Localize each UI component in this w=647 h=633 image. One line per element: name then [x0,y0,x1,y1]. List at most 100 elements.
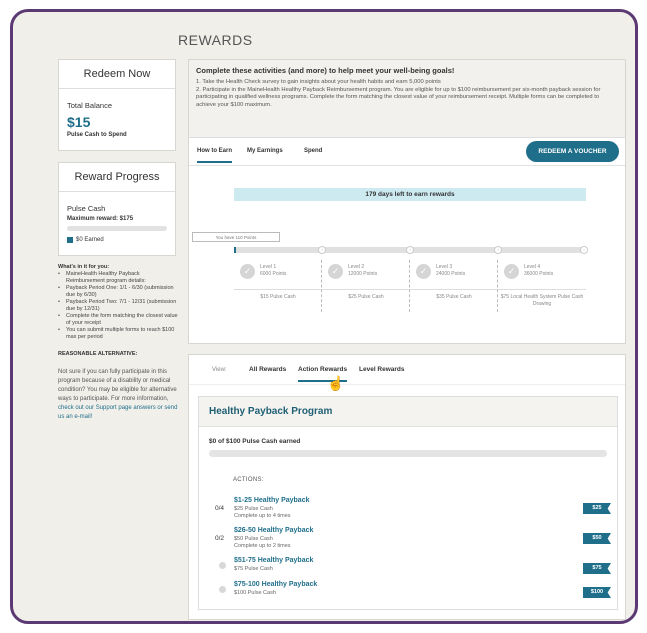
tab-my-earnings[interactable]: My Earnings [247,148,283,154]
level-reward: $35 Pulse Cash [410,289,498,301]
action-note: Complete up to 4 times [234,513,291,519]
check-icon: ✓ [416,264,431,279]
program-title: Healthy Payback Program [199,397,617,427]
earned-legend: $0 Earned [67,237,175,243]
level-reward: $15 Pulse Cash [234,289,322,301]
intro-line-1: 1. Take the Health Check survey to gain … [196,79,441,85]
action-note: Complete up to 2 times [234,543,291,549]
side-list-item: MaineHealth Healthy Payback Reimbursemen… [58,271,178,285]
check-icon: ✓ [328,264,343,279]
action-count: 0/4 [215,505,225,512]
view-filter: View: All Rewards Action Rewards Level R… [189,355,625,391]
action-title[interactable]: $51-75 Healthy Payback [234,557,313,564]
level-card-1: ✓ Level 1 6000 Points $15 Pulse Cash [234,260,322,312]
earn-panel: Complete these activities (and more) to … [188,59,626,344]
level-name: Level 1 6000 Points [260,264,286,278]
program-progress-bar [209,450,607,457]
view-label: View: [212,367,227,373]
incomplete-dot-icon [219,562,226,569]
side-heading: What's in it for you: [58,264,110,270]
reward-progress-card: Reward Progress Pulse Cash Maximum rewar… [58,162,176,256]
level-node: › [318,246,326,254]
level-reward: $75 Local Health System Pulse Cash Drawi… [498,289,586,308]
level-points: 6000 Points [260,271,287,277]
page-title: REWARDS [178,32,253,48]
action-cash: $25 Pulse Cash [234,506,273,512]
action-cash: $50 Pulse Cash [234,536,273,542]
side-list: MaineHealth Healthy Payback Reimbursemen… [58,271,178,341]
total-balance-sub: Pulse Cash to Spend [67,132,127,138]
actions-heading: ACTIONS: [233,477,264,483]
rewards-panel: View: All Rewards Action Rewards Level R… [188,354,626,620]
level-title: Level 3 [436,264,453,270]
action-item[interactable]: $75-100 Healthy Payback $100 Pulse Cash … [215,581,611,609]
points-tooltip: You have 110 Points [192,232,280,242]
level-node: › [580,246,588,254]
days-left-banner: 179 days left to earn rewards [234,188,586,201]
side-list-item: Complete the form matching the closest v… [58,313,178,327]
hand-cursor-icon: ☝ [327,375,345,391]
earned-swatch [67,237,73,243]
level-points: 24000 Points [436,271,466,277]
incomplete-dot-icon [219,586,226,593]
app-frame: REWARDS Redeem Now Total Balance $15 Pul… [10,9,638,624]
level-card-2: ✓ Level 2 12000 Points $25 Pulse Cash [322,260,410,312]
action-item[interactable]: 0/4 $1-25 Healthy Payback $25 Pulse Cash… [215,497,611,525]
total-balance-amount: $15 [67,114,91,130]
level-title: Level 1 [260,264,277,270]
side-info: What's in it for you: MaineHealth Health… [58,264,178,422]
tab-level-rewards[interactable]: Level Rewards [359,366,405,373]
action-value-tag: $25 [583,503,611,514]
healthy-payback-program: Healthy Payback Program $0 of $100 Pulse… [198,396,618,610]
action-title[interactable]: $26-50 Healthy Payback [234,527,313,534]
action-title[interactable]: $75-100 Healthy Payback [234,581,317,588]
level-name: Level 4 36000 Points [524,264,553,278]
level-track-fill [234,247,236,253]
intro-line-2: 2. Participate in the MaineHealth Health… [196,86,601,108]
action-value-tag: $100 [583,587,611,598]
action-cash: $100 Pulse Cash [234,590,276,596]
alt-body: Not sure if you can fully participate in… [58,369,177,402]
levels-area: 179 days left to earn rewards You have 1… [189,166,627,336]
redeem-voucher-button[interactable]: REDEEM A VOUCHER [526,141,619,162]
action-title[interactable]: $1-25 Healthy Payback [234,497,310,504]
redeem-now-heading: Redeem Now [59,60,175,89]
program-earned: $0 of $100 Pulse Cash earned [209,438,301,445]
level-name: Level 2 12000 Points [348,264,377,278]
action-cash: $75 Pulse Cash [234,566,273,572]
earned-amount: $0 Earned [76,237,104,243]
alt-text: Not sure if you can fully participate in… [58,368,178,422]
level-title: Level 2 [348,264,365,270]
intro-title: Complete these activities (and more) to … [196,66,455,75]
action-value-tag: $50 [583,533,611,544]
level-node: › [494,246,502,254]
level-name: Level 3 24000 Points [436,264,465,278]
check-icon: ✓ [504,264,519,279]
check-icon: ✓ [240,264,255,279]
redeem-now-card: Redeem Now Total Balance $15 Pulse Cash … [58,59,176,151]
reward-progress-bar [67,226,167,231]
action-item[interactable]: 0/2 $26-50 Healthy Payback $50 Pulse Cas… [215,527,611,555]
tab-all-rewards[interactable]: All Rewards [249,366,286,373]
action-count: 0/2 [215,535,225,542]
action-value-tag: $75 [583,563,611,574]
level-points: 36000 Points [524,271,554,277]
level-card-3: ✓ Level 3 24000 Points $35 Pulse Cash [410,260,498,312]
side-list-item: Payback Period Two: 7/1 - 12/31 (submiss… [58,299,178,313]
tab-spend[interactable]: Spend [304,148,322,154]
side-list-item: Payback Period One: 1/1 - 6/30 (submissi… [58,285,178,299]
level-reward: $25 Pulse Cash [322,289,410,301]
level-points: 12000 Points [348,271,378,277]
pulse-cash-label: Pulse Cash [67,204,106,213]
alt-heading: REASONABLE ALTERNATIVE: [58,351,138,357]
intro-box: Complete these activities (and more) to … [189,60,625,138]
support-link[interactable]: check out our Support page answers or se… [58,405,177,420]
side-list-item: You can submit multiple forms to reach $… [58,327,178,341]
level-node: › [406,246,414,254]
maximum-reward: Maximum reward: $175 [67,216,134,222]
reward-progress-heading: Reward Progress [59,163,175,192]
total-balance-label: Total Balance [67,101,113,110]
level-card-4: ✓ Level 4 36000 Points $75 Local Health S… [498,260,586,312]
tab-how-to-earn[interactable]: How to Earn [197,148,233,163]
level-title: Level 4 [524,264,541,270]
